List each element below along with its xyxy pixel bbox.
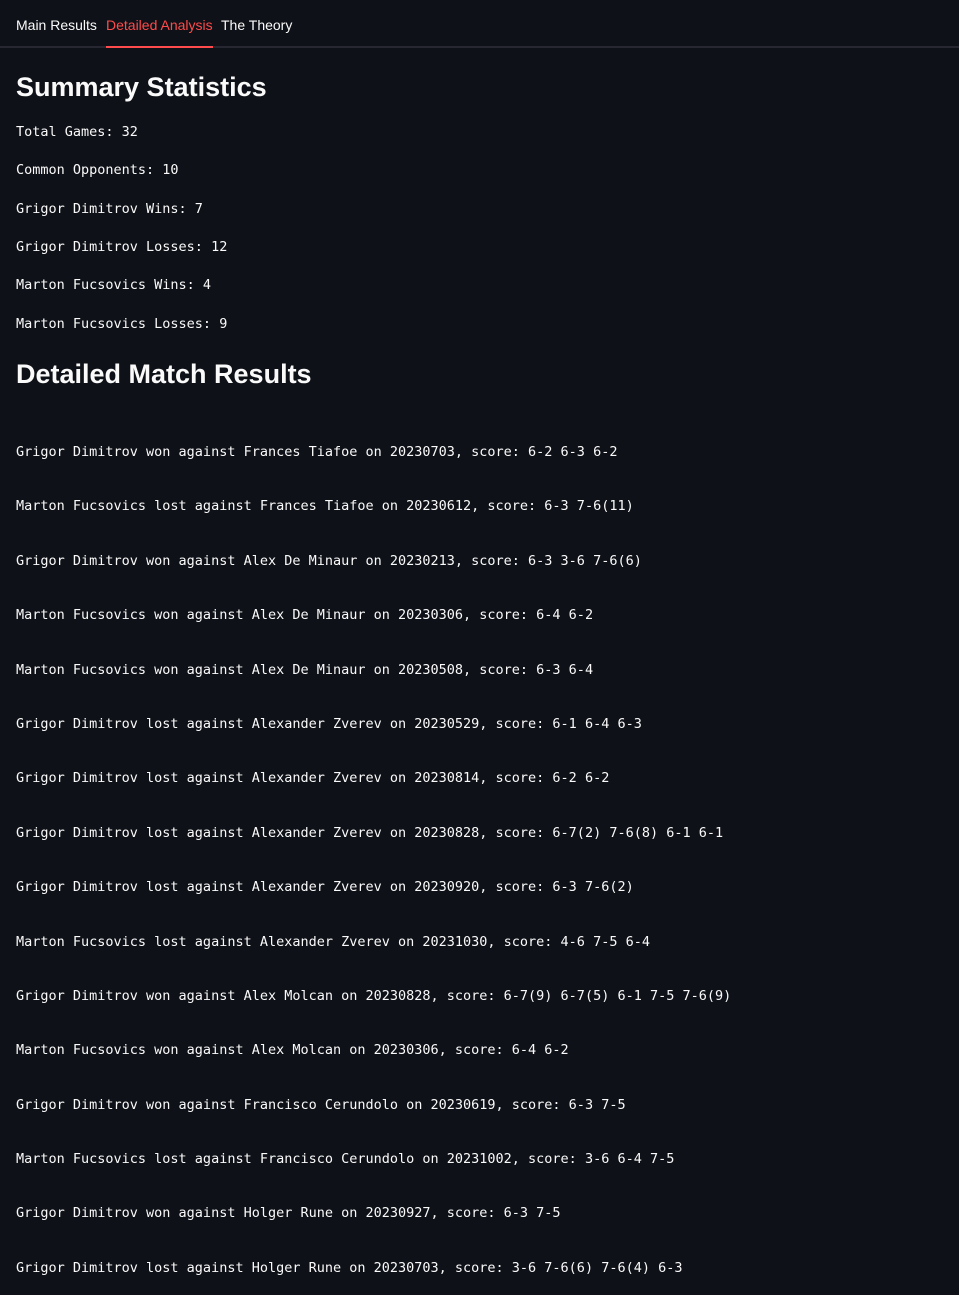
tab-bar: Main Results Detailed Analysis The Theor… — [0, 0, 959, 48]
tab-detailed-analysis[interactable]: Detailed Analysis — [106, 0, 213, 48]
match-result-line: Marton Fucsovics lost against Alexander … — [16, 933, 650, 950]
match-result-line: Grigor Dimitrov lost against Alexander Z… — [16, 770, 610, 787]
match-result-line: Grigor Dimitrov won against Francisco Ce… — [16, 1096, 626, 1113]
tab-main-results[interactable]: Main Results — [16, 0, 97, 48]
match-result-line: Marton Fucsovics lost against Frances Ti… — [16, 498, 634, 515]
detailed-match-results-heading: Detailed Match Results — [16, 359, 312, 389]
match-result-line: Grigor Dimitrov won against Alex Molcan … — [16, 987, 732, 1004]
match-result-line: Marton Fucsovics won against Alex De Min… — [16, 661, 594, 678]
match-result-line: Marton Fucsovics lost against Francisco … — [16, 1151, 675, 1168]
match-result-line: Grigor Dimitrov lost against Holger Rune… — [16, 1259, 683, 1276]
stat-common-opponents: Common Opponents: 10 — [16, 162, 179, 178]
match-result-line: Grigor Dimitrov lost against Alexander Z… — [16, 715, 642, 732]
match-result-line: Marton Fucsovics won against Alex De Min… — [16, 607, 594, 624]
stat-fucsovics-losses: Marton Fucsovics Losses: 9 — [16, 316, 228, 332]
tab-the-theory[interactable]: The Theory — [221, 0, 292, 48]
match-result-line: Grigor Dimitrov lost against Alexander Z… — [16, 879, 634, 896]
match-result-line: Marton Fucsovics won against Alex Molcan… — [16, 1042, 569, 1059]
match-result-line: Grigor Dimitrov won against Holger Rune … — [16, 1205, 561, 1222]
summary-statistics-heading: Summary Statistics — [16, 72, 267, 102]
match-result-line: Grigor Dimitrov lost against Alexander Z… — [16, 824, 724, 841]
stat-dimitrov-losses: Grigor Dimitrov Losses: 12 — [16, 239, 228, 255]
match-result-line: Grigor Dimitrov won against Frances Tiaf… — [16, 444, 618, 460]
stat-total-games: Total Games: 32 — [16, 124, 138, 140]
stat-dimitrov-wins: Grigor Dimitrov Wins: 7 — [16, 201, 203, 217]
match-result-line: Grigor Dimitrov won against Alex De Mina… — [16, 552, 642, 569]
match-results-list: Grigor Dimitrov won against Frances Tiaf… — [16, 409, 731, 1295]
stat-fucsovics-wins: Marton Fucsovics Wins: 4 — [16, 277, 212, 293]
